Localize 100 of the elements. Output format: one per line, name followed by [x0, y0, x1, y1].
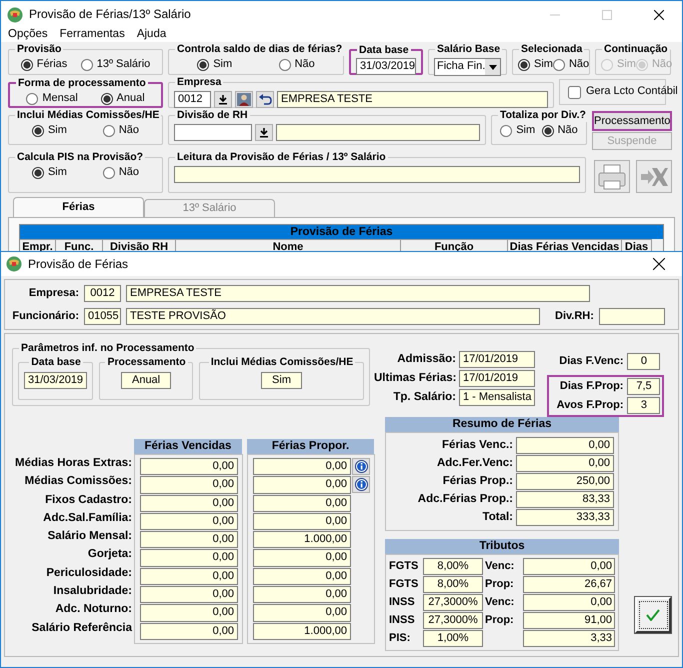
person-button[interactable]: [235, 91, 253, 108]
menu-item[interactable]: Opções: [8, 28, 48, 42]
radio-button[interactable]: [80, 58, 93, 71]
radio-button[interactable]: [552, 58, 565, 71]
value-field[interactable]: 7,5: [627, 378, 660, 395]
company-name-field[interactable]: EMPRESA TESTE: [277, 91, 548, 108]
value-field[interactable]: 250,00: [516, 473, 614, 490]
info-button[interactable]: [352, 458, 370, 475]
menu-item[interactable]: Ajuda: [136, 28, 166, 42]
value-field[interactable]: 0,00: [140, 568, 238, 586]
export-button[interactable]: [636, 160, 672, 193]
rate-field[interactable]: 1,00%: [423, 630, 483, 647]
close-icon[interactable]: [654, 10, 664, 20]
value-field[interactable]: 0,00: [516, 437, 614, 454]
salary-base-dropdown[interactable]: Ficha Fin.: [434, 58, 501, 76]
ok-button[interactable]: [635, 597, 671, 633]
value-field[interactable]: 0,00: [253, 494, 351, 512]
radio-label[interactable]: Não: [118, 166, 140, 180]
download-button[interactable]: [214, 91, 232, 108]
value-field[interactable]: 0,00: [140, 494, 238, 512]
value-field[interactable]: Sim: [261, 372, 302, 389]
checkbox-label[interactable]: Gera Lcto Contábil: [586, 85, 678, 99]
value-field[interactable]: 0,00: [523, 558, 615, 575]
value-field[interactable]: 0,00: [140, 476, 238, 494]
division-field[interactable]: [598, 308, 665, 325]
tab[interactable]: 13º Salário: [144, 199, 275, 217]
value-field[interactable]: 1 - Mensalista: [459, 389, 536, 406]
value-field[interactable]: 0,00: [253, 476, 351, 494]
radio-button[interactable]: [197, 58, 210, 71]
info-button[interactable]: [352, 476, 370, 494]
value-field[interactable]: 26,67: [523, 576, 615, 593]
date-field[interactable]: 31/03/2019: [356, 58, 416, 75]
code-field[interactable]: 0012: [84, 285, 121, 302]
radio-label[interactable]: Sim: [48, 124, 67, 138]
radio-button[interactable]: [102, 124, 115, 137]
value-field[interactable]: 0,00: [253, 549, 351, 567]
value-field[interactable]: 1.000,00: [253, 531, 351, 548]
radio-button[interactable]: [26, 92, 38, 105]
code-field[interactable]: 01055: [84, 308, 121, 325]
rate-field[interactable]: 27,3000%: [423, 594, 483, 611]
radio-button[interactable]: [518, 58, 530, 71]
value-field[interactable]: 1.000,00: [253, 622, 351, 640]
division-name-field[interactable]: [276, 124, 480, 141]
name-field[interactable]: EMPRESA TESTE: [126, 285, 590, 302]
value-field[interactable]: 0,00: [523, 594, 615, 611]
value-field[interactable]: 17/01/2019: [459, 370, 536, 387]
radio-label[interactable]: 13º Salário: [96, 58, 150, 72]
process-button[interactable]: Processamento: [592, 111, 672, 131]
reading-field[interactable]: [174, 166, 580, 183]
rate-field[interactable]: 8,00%: [423, 576, 483, 593]
value-field[interactable]: 0,00: [253, 458, 351, 476]
radio-label[interactable]: Não: [558, 124, 578, 138]
radio-button[interactable]: [102, 166, 115, 179]
radio-label[interactable]: Sim: [516, 124, 536, 138]
rate-field[interactable]: 27,3000%: [423, 612, 483, 629]
radio-label[interactable]: Sim: [48, 166, 67, 180]
value-field[interactable]: 0: [627, 353, 660, 370]
menu-item[interactable]: Ferramentas: [60, 28, 125, 42]
rate-field[interactable]: 8,00%: [423, 558, 483, 575]
radio-button[interactable]: [542, 124, 554, 137]
download-button[interactable]: [255, 124, 273, 141]
radio-button[interactable]: [20, 58, 33, 71]
radio-button[interactable]: [32, 166, 44, 179]
value-field[interactable]: Anual: [120, 372, 172, 389]
radio-button[interactable]: [100, 92, 112, 105]
radio-label[interactable]: Não: [568, 58, 590, 72]
radio-label[interactable]: Férias: [36, 58, 68, 72]
value-field[interactable]: 0,00: [516, 455, 614, 472]
name-field[interactable]: TESTE PROVISÃO: [126, 308, 540, 325]
value-field[interactable]: 0,00: [140, 586, 238, 604]
value-field[interactable]: 3: [627, 397, 660, 414]
undo-button[interactable]: [256, 91, 274, 108]
company-code-field[interactable]: 0012: [174, 91, 211, 108]
radio-button[interactable]: [278, 58, 291, 71]
radio-label[interactable]: Não: [294, 58, 315, 72]
print-button[interactable]: [594, 160, 630, 193]
value-field[interactable]: 0,00: [253, 512, 351, 530]
value-field[interactable]: 0,00: [140, 458, 238, 476]
value-field[interactable]: 0,00: [253, 586, 351, 604]
division-code-field[interactable]: [174, 124, 252, 141]
value-field[interactable]: 83,33: [516, 491, 614, 508]
value-field[interactable]: 0,00: [140, 512, 238, 530]
close-icon[interactable]: [653, 258, 665, 270]
value-field[interactable]: 0,00: [140, 549, 238, 567]
value-field[interactable]: 0,00: [253, 604, 351, 622]
value-field[interactable]: 0,00: [140, 531, 238, 548]
radio-label[interactable]: Anual: [116, 92, 145, 106]
radio-label[interactable]: Não: [118, 124, 140, 138]
value-field[interactable]: 0,00: [140, 604, 238, 622]
value-field[interactable]: 91,00: [523, 612, 615, 629]
radio-button[interactable]: [500, 124, 512, 137]
date-field[interactable]: 31/03/2019: [24, 372, 88, 389]
radio-button[interactable]: [32, 124, 44, 137]
value-field[interactable]: 17/01/2019: [459, 351, 536, 368]
tab[interactable]: Férias: [13, 197, 144, 217]
radio-label[interactable]: Sim: [213, 58, 232, 72]
radio-label[interactable]: Sim: [534, 58, 553, 72]
value-field[interactable]: 3,33: [523, 630, 615, 647]
value-field[interactable]: 333,33: [516, 509, 614, 526]
checkbox[interactable]: [568, 86, 581, 98]
